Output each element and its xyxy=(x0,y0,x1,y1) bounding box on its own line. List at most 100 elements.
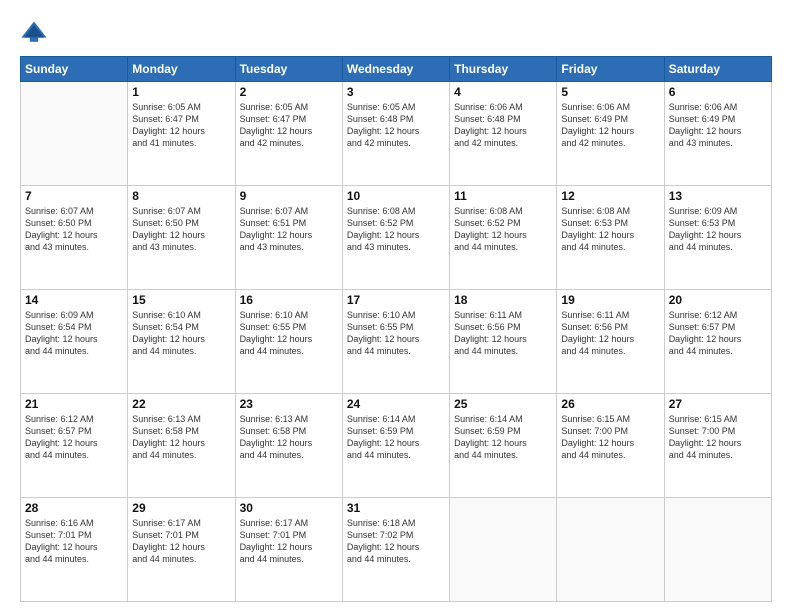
calendar-cell: 17 Sunrise: 6:10 AM Sunset: 6:55 PM Dayli… xyxy=(342,290,449,394)
logo xyxy=(20,18,52,46)
day-info: Sunrise: 6:08 AM Sunset: 6:52 PM Dayligh… xyxy=(347,205,445,254)
day-info: Sunrise: 6:09 AM Sunset: 6:53 PM Dayligh… xyxy=(669,205,767,254)
calendar-cell: 19 Sunrise: 6:11 AM Sunset: 6:56 PM Dayli… xyxy=(557,290,664,394)
weekday-header: Monday xyxy=(128,57,235,82)
calendar-cell: 7 Sunrise: 6:07 AM Sunset: 6:50 PM Daylig… xyxy=(21,186,128,290)
calendar-cell: 1Sunrise: 6:05 AM Sunset: 6:47 PM Daylig… xyxy=(128,82,235,186)
day-number: 28 xyxy=(25,501,123,515)
day-number: 2 xyxy=(240,85,338,99)
day-number: 17 xyxy=(347,293,445,307)
day-info: Sunrise: 6:13 AM Sunset: 6:58 PM Dayligh… xyxy=(240,413,338,462)
day-info: Sunrise: 6:06 AM Sunset: 6:49 PM Dayligh… xyxy=(669,101,767,150)
day-info: Sunrise: 6:16 AM Sunset: 7:01 PM Dayligh… xyxy=(25,517,123,566)
header xyxy=(20,18,772,46)
weekday-header: Wednesday xyxy=(342,57,449,82)
day-info: Sunrise: 6:06 AM Sunset: 6:48 PM Dayligh… xyxy=(454,101,552,150)
day-number: 14 xyxy=(25,293,123,307)
day-number: 3 xyxy=(347,85,445,99)
calendar-table: SundayMondayTuesdayWednesdayThursdayFrid… xyxy=(20,56,772,602)
day-number: 29 xyxy=(132,501,230,515)
day-info: Sunrise: 6:13 AM Sunset: 6:58 PM Dayligh… xyxy=(132,413,230,462)
calendar-week-row: 21Sunrise: 6:12 AM Sunset: 6:57 PM Dayli… xyxy=(21,394,772,498)
calendar-cell: 22 Sunrise: 6:13 AM Sunset: 6:58 PM Dayli… xyxy=(128,394,235,498)
calendar-cell: 11 Sunrise: 6:08 AM Sunset: 6:52 PM Dayli… xyxy=(450,186,557,290)
calendar-cell: 8Sunrise: 6:07 AM Sunset: 6:50 PM Daylig… xyxy=(128,186,235,290)
day-number: 15 xyxy=(132,293,230,307)
calendar-cell: 29 Sunrise: 6:17 AM Sunset: 7:01 PM Dayli… xyxy=(128,498,235,602)
calendar-cell: 16 Sunrise: 6:10 AM Sunset: 6:55 PM Dayli… xyxy=(235,290,342,394)
calendar-cell: 10 Sunrise: 6:08 AM Sunset: 6:52 PM Dayli… xyxy=(342,186,449,290)
calendar-week-row: 7 Sunrise: 6:07 AM Sunset: 6:50 PM Daylig… xyxy=(21,186,772,290)
calendar-cell: 24 Sunrise: 6:14 AM Sunset: 6:59 PM Dayli… xyxy=(342,394,449,498)
day-number: 21 xyxy=(25,397,123,411)
day-info: Sunrise: 6:14 AM Sunset: 6:59 PM Dayligh… xyxy=(454,413,552,462)
day-number: 12 xyxy=(561,189,659,203)
weekday-header: Saturday xyxy=(664,57,771,82)
calendar-cell: 26 Sunrise: 6:15 AM Sunset: 7:00 PM Dayli… xyxy=(557,394,664,498)
calendar-cell xyxy=(450,498,557,602)
calendar-week-row: 1 Sunrise: 6:05 AM Sunset: 6:47 PM Daylig… xyxy=(21,82,772,186)
day-info: Sunrise: 6:15 AM Sunset: 7:00 PM Dayligh… xyxy=(669,413,767,462)
day-number: 24 xyxy=(347,397,445,411)
day-number: 19 xyxy=(561,293,659,307)
calendar-cell: 9 Sunrise: 6:07 AM Sunset: 6:51 PM Daylig… xyxy=(235,186,342,290)
day-number: 9 xyxy=(240,189,338,203)
calendar-cell: 27Sunrise: 6:15 AM Sunset: 7:00 PM Dayli… xyxy=(664,394,771,498)
day-number: 30 xyxy=(240,501,338,515)
day-number: 10 xyxy=(347,189,445,203)
day-number: 22 xyxy=(132,397,230,411)
day-number: 16 xyxy=(240,293,338,307)
weekday-header: Sunday xyxy=(21,57,128,82)
calendar-cell: 25Sunrise: 6:14 AM Sunset: 6:59 PM Dayli… xyxy=(450,394,557,498)
day-info: Sunrise: 6:08 AM Sunset: 6:52 PM Dayligh… xyxy=(454,205,552,254)
weekday-header: Thursday xyxy=(450,57,557,82)
calendar-cell: 21Sunrise: 6:12 AM Sunset: 6:57 PM Dayli… xyxy=(21,394,128,498)
day-info: Sunrise: 6:11 AM Sunset: 6:56 PM Dayligh… xyxy=(561,309,659,358)
day-info: Sunrise: 6:14 AM Sunset: 6:59 PM Dayligh… xyxy=(347,413,445,462)
day-info: Sunrise: 6:11 AM Sunset: 6:56 PM Dayligh… xyxy=(454,309,552,358)
day-number: 7 xyxy=(25,189,123,203)
weekday-header: Tuesday xyxy=(235,57,342,82)
day-number: 5 xyxy=(561,85,659,99)
logo-icon xyxy=(20,18,48,46)
calendar-cell xyxy=(21,82,128,186)
page: SundayMondayTuesdayWednesdayThursdayFrid… xyxy=(0,0,792,612)
day-info: Sunrise: 6:18 AM Sunset: 7:02 PM Dayligh… xyxy=(347,517,445,566)
calendar-cell: 3Sunrise: 6:05 AM Sunset: 6:48 PM Daylig… xyxy=(342,82,449,186)
calendar-cell: 18 Sunrise: 6:11 AM Sunset: 6:56 PM Dayli… xyxy=(450,290,557,394)
calendar-cell: 2 Sunrise: 6:05 AM Sunset: 6:47 PM Daylig… xyxy=(235,82,342,186)
day-info: Sunrise: 6:07 AM Sunset: 6:51 PM Dayligh… xyxy=(240,205,338,254)
calendar-week-row: 28 Sunrise: 6:16 AM Sunset: 7:01 PM Dayli… xyxy=(21,498,772,602)
calendar-cell: 23Sunrise: 6:13 AM Sunset: 6:58 PM Dayli… xyxy=(235,394,342,498)
day-number: 26 xyxy=(561,397,659,411)
day-number: 8 xyxy=(132,189,230,203)
day-info: Sunrise: 6:15 AM Sunset: 7:00 PM Dayligh… xyxy=(561,413,659,462)
day-number: 20 xyxy=(669,293,767,307)
day-info: Sunrise: 6:10 AM Sunset: 6:54 PM Dayligh… xyxy=(132,309,230,358)
day-info: Sunrise: 6:17 AM Sunset: 7:01 PM Dayligh… xyxy=(240,517,338,566)
day-info: Sunrise: 6:10 AM Sunset: 6:55 PM Dayligh… xyxy=(240,309,338,358)
day-number: 18 xyxy=(454,293,552,307)
weekday-header-row: SundayMondayTuesdayWednesdayThursdayFrid… xyxy=(21,57,772,82)
calendar-cell xyxy=(664,498,771,602)
calendar-cell: 4Sunrise: 6:06 AM Sunset: 6:48 PM Daylig… xyxy=(450,82,557,186)
day-info: Sunrise: 6:10 AM Sunset: 6:55 PM Dayligh… xyxy=(347,309,445,358)
calendar-cell: 5Sunrise: 6:06 AM Sunset: 6:49 PM Daylig… xyxy=(557,82,664,186)
day-info: Sunrise: 6:12 AM Sunset: 6:57 PM Dayligh… xyxy=(669,309,767,358)
calendar-week-row: 14 Sunrise: 6:09 AM Sunset: 6:54 PM Dayli… xyxy=(21,290,772,394)
calendar-cell: 13 Sunrise: 6:09 AM Sunset: 6:53 PM Dayli… xyxy=(664,186,771,290)
calendar-cell: 31Sunrise: 6:18 AM Sunset: 7:02 PM Dayli… xyxy=(342,498,449,602)
day-info: Sunrise: 6:09 AM Sunset: 6:54 PM Dayligh… xyxy=(25,309,123,358)
calendar-cell: 6 Sunrise: 6:06 AM Sunset: 6:49 PM Daylig… xyxy=(664,82,771,186)
calendar-cell: 15 Sunrise: 6:10 AM Sunset: 6:54 PM Dayli… xyxy=(128,290,235,394)
day-info: Sunrise: 6:07 AM Sunset: 6:50 PM Dayligh… xyxy=(25,205,123,254)
day-info: Sunrise: 6:05 AM Sunset: 6:47 PM Dayligh… xyxy=(240,101,338,150)
day-number: 13 xyxy=(669,189,767,203)
day-info: Sunrise: 6:08 AM Sunset: 6:53 PM Dayligh… xyxy=(561,205,659,254)
day-info: Sunrise: 6:17 AM Sunset: 7:01 PM Dayligh… xyxy=(132,517,230,566)
calendar-cell xyxy=(557,498,664,602)
weekday-header: Friday xyxy=(557,57,664,82)
day-number: 1 xyxy=(132,85,230,99)
day-number: 6 xyxy=(669,85,767,99)
day-number: 11 xyxy=(454,189,552,203)
